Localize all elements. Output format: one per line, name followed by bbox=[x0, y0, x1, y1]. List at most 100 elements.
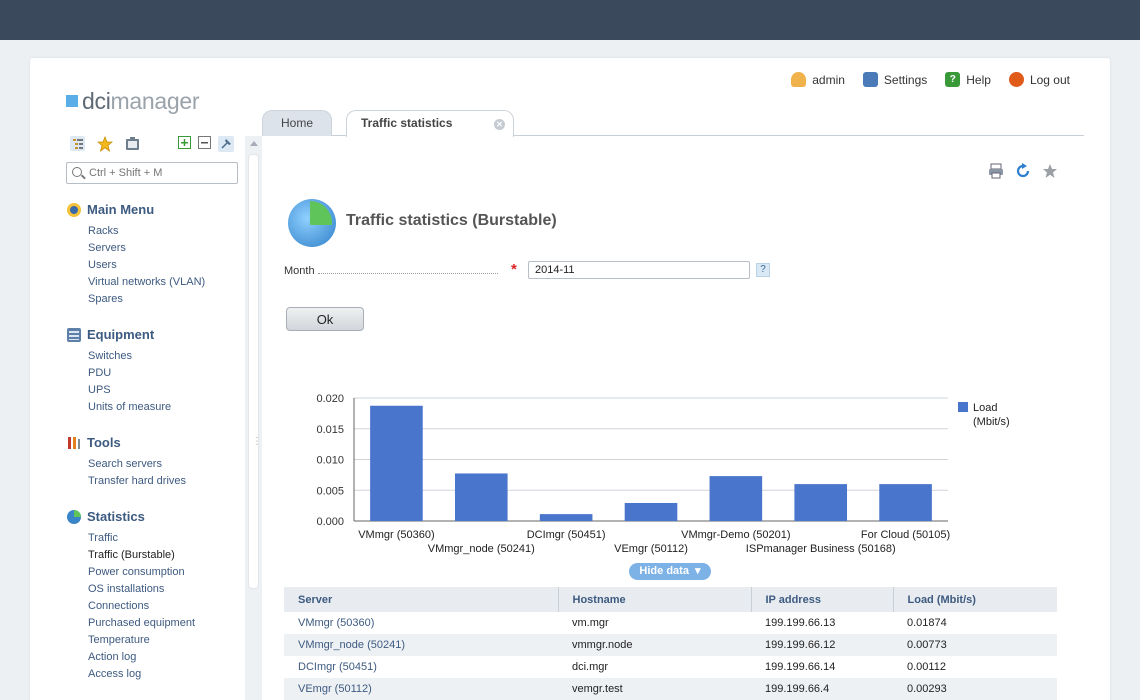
logo-dci-text: dci bbox=[82, 88, 111, 114]
menu-search-input[interactable] bbox=[89, 165, 233, 181]
cell-hostname: vemgr.test bbox=[558, 678, 751, 700]
chart-legend-label: (Mbit/s) bbox=[973, 416, 1010, 428]
main-menu-header[interactable]: Main Menu bbox=[66, 200, 205, 218]
month-label: Month bbox=[284, 265, 315, 277]
clipboard-icon[interactable] bbox=[125, 136, 140, 151]
chevron-down-icon: ▾ bbox=[692, 565, 701, 577]
chart-y-tick-label: 0.015 bbox=[316, 424, 344, 436]
chart-bar bbox=[879, 484, 932, 521]
sidebar-item-spares[interactable]: Spares bbox=[66, 291, 205, 308]
power-icon bbox=[1008, 72, 1024, 87]
table-row[interactable]: DCImgr (50451) dci.mgr 199.199.66.14 0.0… bbox=[284, 656, 1057, 678]
sidebar-item-vlan[interactable]: Virtual networks (VLAN) bbox=[66, 274, 205, 291]
user-navigation: admin Settings ? Help Log out bbox=[791, 72, 1070, 87]
tab-traffic-burstable[interactable]: Traffic statistics (Burst... ✕ bbox=[346, 110, 514, 155]
sidebar-item-traffic[interactable]: Traffic bbox=[66, 530, 195, 547]
user-avatar-icon bbox=[791, 72, 807, 87]
traffic-chart: 0.000 0.005 0.010 0.015 0.020 VMmgr (50360) VM… bbox=[312, 382, 1052, 562]
settings-icon bbox=[862, 72, 878, 87]
cell-server[interactable]: DCImgr (50451) bbox=[284, 656, 558, 678]
sidebar-item-units[interactable]: Units of measure bbox=[66, 399, 171, 416]
table-row[interactable]: VEmgr (50112) vemgr.test 199.199.66.4 0.… bbox=[284, 678, 1057, 700]
table-row[interactable]: VMmgr_node (50241) vmmgr.node 199.199.66… bbox=[284, 634, 1057, 656]
table-row[interactable]: VMmgr (50360) vm.mgr 199.199.66.13 0.018… bbox=[284, 612, 1057, 634]
scroll-up-arrow-icon[interactable] bbox=[250, 141, 258, 146]
chart-bar bbox=[539, 514, 593, 521]
chart-x-tick-label: For Cloud (50105) bbox=[861, 529, 950, 541]
chart-y-tick-label: 0.000 bbox=[316, 516, 344, 528]
sidebar-item-action-log[interactable]: Action log bbox=[66, 649, 195, 666]
tab-home[interactable]: Home bbox=[262, 110, 332, 136]
sidebar-item-traffic-burstable[interactable]: Traffic (Burstable) bbox=[66, 547, 195, 564]
logout-label: Log out bbox=[1029, 72, 1070, 87]
sidebar-scrollbar[interactable]: ⋮ bbox=[245, 136, 262, 700]
sidebar-item-connections[interactable]: Connections bbox=[66, 598, 195, 615]
table-header-row: Server Hostname IP address Load (Mbit/s) bbox=[284, 587, 1057, 612]
favorite-star-icon[interactable] bbox=[1042, 163, 1058, 179]
cell-load: 0.00112 bbox=[907, 661, 946, 673]
sidebar-item-power-consumption[interactable]: Power consumption bbox=[66, 564, 195, 581]
sidebar-item-switches[interactable]: Switches bbox=[66, 348, 171, 365]
logout-link[interactable]: Log out bbox=[1008, 72, 1070, 87]
column-header-ip[interactable]: IP address bbox=[751, 587, 894, 612]
sidebar-item-search-servers[interactable]: Search servers bbox=[66, 456, 186, 473]
sidebar-item-purchased-equipment[interactable]: Purchased equipment bbox=[66, 615, 195, 632]
cell-hostname: vm.mgr bbox=[572, 617, 609, 629]
chart-x-tick-label: VMmgr_node (50241) bbox=[428, 543, 535, 555]
sidebar-item-users[interactable]: Users bbox=[66, 257, 205, 274]
expand-all-icon[interactable] bbox=[178, 136, 193, 151]
help-link[interactable]: ? Help bbox=[945, 72, 991, 87]
main-menu-title: Main Menu bbox=[87, 201, 155, 217]
column-header-server[interactable]: Server bbox=[284, 587, 559, 612]
collapse-all-icon[interactable] bbox=[198, 136, 213, 151]
settings-link[interactable]: Settings bbox=[862, 72, 927, 87]
sidebar-item-access-log[interactable]: Access log bbox=[66, 666, 195, 683]
chart-x-tick-label: VEmgr (50112) bbox=[614, 543, 688, 555]
tools-header[interactable]: Tools bbox=[66, 433, 186, 451]
close-tab-icon[interactable]: ✕ bbox=[494, 119, 505, 130]
sidebar-toolbar bbox=[70, 134, 238, 154]
print-icon[interactable] bbox=[988, 163, 1004, 179]
cell-load: 0.00293 bbox=[893, 678, 1057, 700]
chart-x-tick-label: DCImgr (50451) bbox=[527, 529, 606, 541]
chart-bar bbox=[454, 473, 508, 521]
scrollbar-thumb[interactable] bbox=[248, 154, 259, 589]
ok-button[interactable]: Ok bbox=[286, 307, 364, 331]
main-menu-icon bbox=[67, 202, 81, 217]
refresh-icon[interactable] bbox=[1015, 163, 1031, 179]
statistics-header[interactable]: Statistics bbox=[66, 507, 195, 525]
equipment-icon bbox=[67, 327, 81, 342]
content-toolbar bbox=[988, 163, 1058, 179]
favorites-star-icon[interactable] bbox=[96, 135, 114, 152]
sidebar-resize-grip-icon[interactable]: ⋮ bbox=[252, 436, 262, 447]
menu-group-equipment: Equipment Switches PDU UPS Units of meas… bbox=[66, 325, 171, 416]
app-logo[interactable]: dcimanager bbox=[66, 88, 200, 115]
column-header-load[interactable]: Load (Mbit/s) bbox=[893, 587, 1057, 612]
chart-svg: 0.000 0.005 0.010 0.015 0.020 VMmgr (50360) VM… bbox=[316, 393, 1010, 555]
menu-search bbox=[66, 162, 238, 184]
cell-load: 0.01874 bbox=[907, 617, 947, 629]
top-bar bbox=[0, 0, 1140, 40]
chart-x-tick-label: VMmgr-Demo (50201) bbox=[681, 529, 790, 541]
logo-square-icon bbox=[66, 95, 78, 107]
month-input[interactable] bbox=[528, 261, 750, 279]
sidebar-item-temperature[interactable]: Temperature bbox=[66, 632, 195, 649]
cell-server[interactable]: VMmgr (50360) bbox=[284, 612, 558, 634]
user-link[interactable]: admin bbox=[791, 72, 845, 87]
tree-view-icon[interactable] bbox=[70, 136, 85, 151]
cell-server[interactable]: VMmgr_node (50241) bbox=[284, 634, 558, 656]
equipment-header[interactable]: Equipment bbox=[66, 325, 171, 343]
sidebar-item-pdu[interactable]: PDU bbox=[66, 365, 171, 382]
field-help-icon[interactable]: ? bbox=[756, 263, 770, 277]
cell-server[interactable]: VEmgr (50112) bbox=[284, 678, 558, 700]
cell-ip: 199.199.66.12 bbox=[751, 634, 893, 656]
sidebar-item-os-installations[interactable]: OS installations bbox=[66, 581, 195, 598]
sidebar-item-servers[interactable]: Servers bbox=[66, 240, 205, 257]
sidebar-item-racks[interactable]: Racks bbox=[66, 223, 205, 240]
sidebar-item-transfer-drives[interactable]: Transfer hard drives bbox=[66, 473, 186, 490]
sidebar-item-ups[interactable]: UPS bbox=[66, 382, 171, 399]
hide-data-button[interactable]: Hide data ▾ bbox=[629, 563, 711, 580]
column-header-hostname[interactable]: Hostname bbox=[558, 587, 752, 612]
menu-group-statistics: Statistics Traffic Traffic (Burstable) P… bbox=[66, 507, 195, 683]
pin-icon[interactable] bbox=[218, 136, 234, 152]
